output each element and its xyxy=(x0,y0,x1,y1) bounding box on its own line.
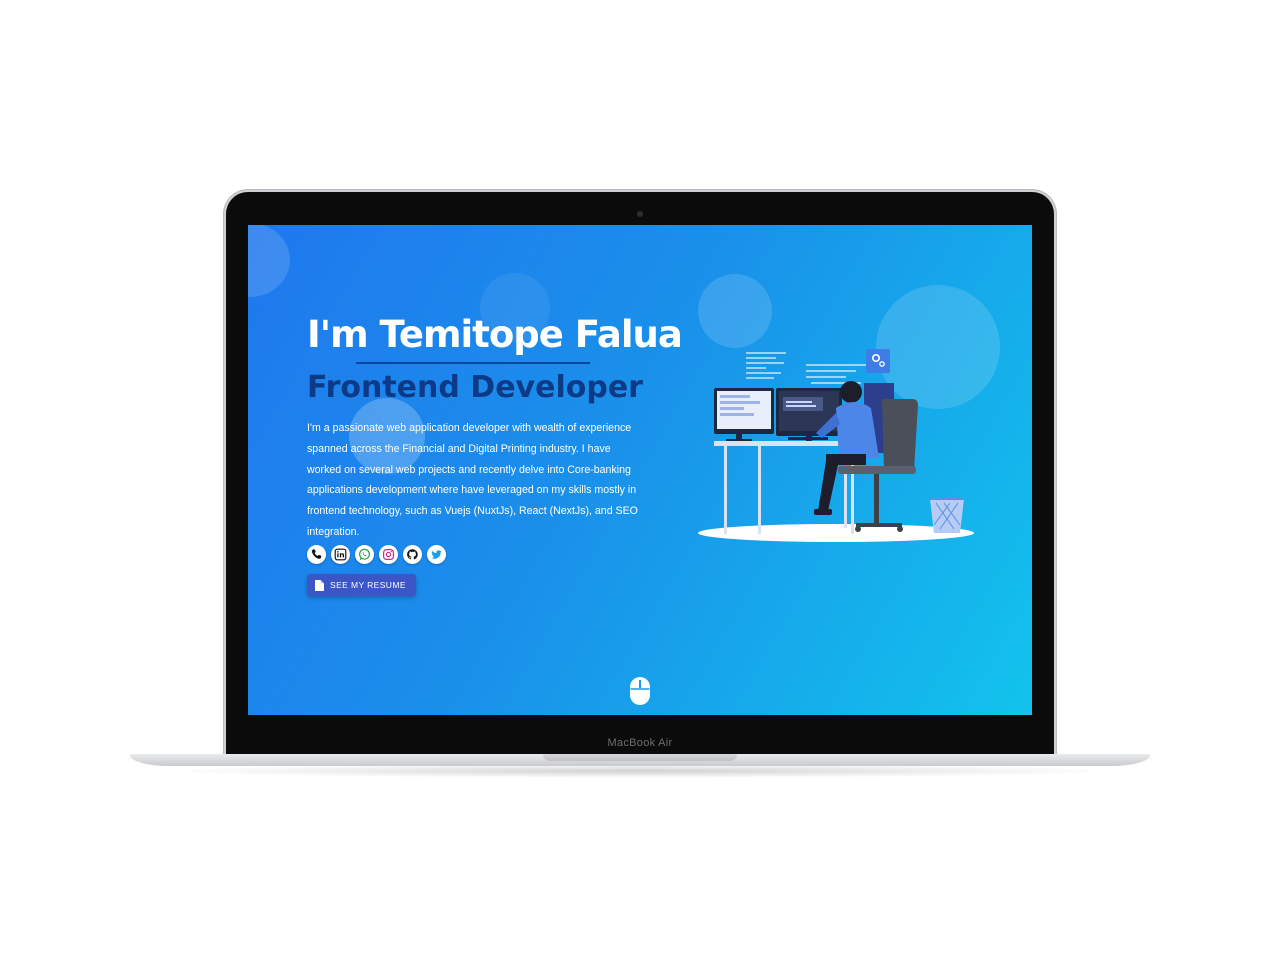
laptop-shadow xyxy=(160,764,1120,778)
hero-subtitle: Frontend Developer xyxy=(307,370,643,405)
instagram-icon[interactable] xyxy=(379,545,398,564)
linkedin-icon[interactable] xyxy=(331,545,350,564)
phone-icon[interactable] xyxy=(307,545,326,564)
developer-illustration xyxy=(698,349,974,542)
resume-button-label: SEE MY RESUME xyxy=(330,580,406,590)
website-screen: I'm Temitope Falua Frontend Developer I'… xyxy=(248,225,1032,715)
whatsapp-icon[interactable] xyxy=(355,545,374,564)
hero-bio: I'm a passionate web application develop… xyxy=(307,422,638,538)
title-underline xyxy=(356,362,590,364)
github-icon[interactable] xyxy=(403,545,422,564)
hero-title: I'm Temitope Falua xyxy=(307,313,683,356)
decor-bubble xyxy=(248,225,290,297)
device-brand-label: MacBook Air xyxy=(607,737,673,749)
document-icon xyxy=(315,579,324,591)
see-resume-button[interactable]: SEE MY RESUME xyxy=(307,574,416,596)
social-links xyxy=(307,545,446,564)
decor-bubble xyxy=(698,274,772,348)
camera-dot xyxy=(637,211,643,217)
twitter-icon[interactable] xyxy=(427,545,446,564)
mouse-icon[interactable] xyxy=(629,676,651,706)
laptop-notch xyxy=(543,754,737,761)
